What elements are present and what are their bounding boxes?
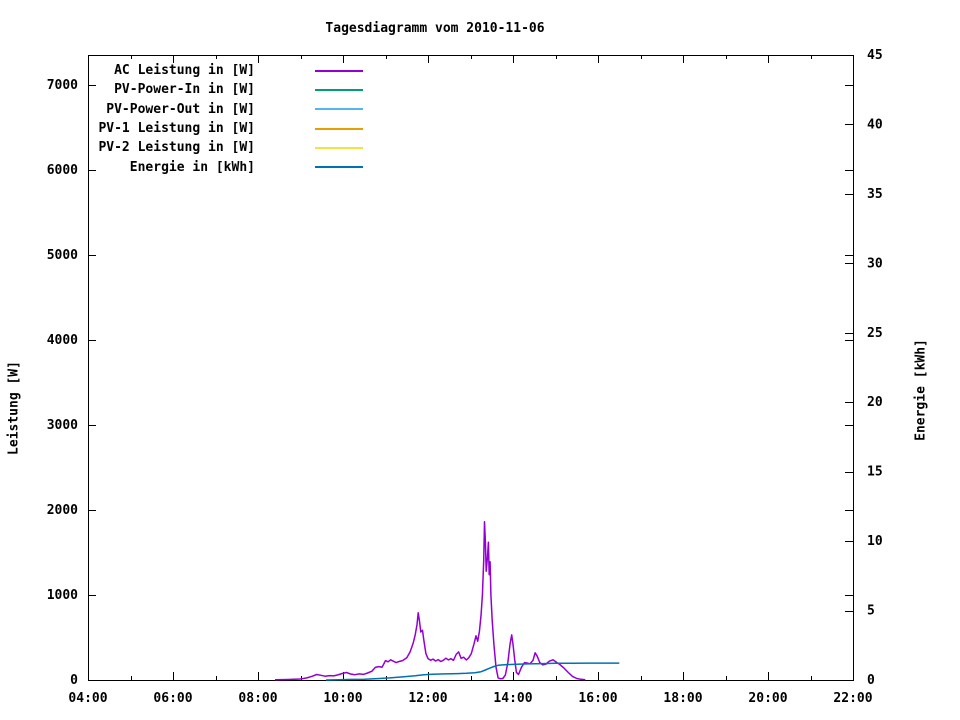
chart-title: Tagesdiagramm vom 2010-11-06	[325, 21, 545, 36]
series-line-ac-leistung-in-w-	[274, 521, 586, 681]
x-tick-label: 18:00	[663, 691, 702, 706]
x-tick-label: 20:00	[748, 691, 787, 706]
legend-row: PV-2 Leistung in [W]	[0, 138, 363, 157]
y-right-tick-label: 25	[867, 326, 883, 341]
legend-line-sample	[315, 166, 363, 169]
legend-label: PV-1 Leistung in [W]	[98, 121, 255, 137]
y-right-tick-label: 10	[867, 534, 883, 549]
legend-row: PV-Power-In in [W]	[0, 80, 363, 99]
legend-row: AC Leistung in [W]	[0, 61, 363, 80]
legend-label: PV-Power-In in [W]	[114, 82, 255, 98]
y-right-tick-label: 35	[867, 187, 883, 202]
legend-row: PV-Power-Out in [W]	[0, 100, 363, 119]
y-right-tick-label: 45	[867, 48, 883, 63]
y-right-tick-label: 0	[867, 673, 875, 688]
legend-label: Energie in [kWh]	[129, 159, 255, 175]
x-tick-label: 06:00	[153, 691, 192, 706]
legend-line-sample	[315, 69, 363, 72]
legend-row: Energie in [kWh]	[0, 157, 363, 176]
y-right-tick-label: 20	[867, 395, 883, 410]
y-left-tick-label: 3000	[47, 418, 78, 433]
legend-line-sample	[315, 88, 363, 91]
chart-canvas: 04:00 06:00 08:00 10:00 12:00 14:00 16:00 18:00…	[0, 0, 960, 720]
legend-line-sample	[315, 127, 363, 130]
y-right-tick-label: 30	[867, 256, 883, 271]
x-tick-label: 08:00	[238, 691, 277, 706]
legend-label: AC Leistung in [W]	[114, 63, 255, 79]
legend-line-sample	[315, 146, 363, 149]
y-right-tick-label: 15	[867, 465, 883, 480]
y-right-tick-label: 40	[867, 117, 883, 132]
x-tick-label: 16:00	[578, 691, 617, 706]
x-tick-label: 04:00	[68, 691, 107, 706]
legend-label: PV-Power-Out in [W]	[106, 101, 255, 117]
y-left-tick-label: 4000	[47, 333, 78, 348]
x-tick-label: 12:00	[408, 691, 447, 706]
legend-row: PV-1 Leistung in [W]	[0, 119, 363, 138]
y-left-tick-label: 5000	[47, 248, 78, 263]
y-left-tick-label: 1000	[47, 588, 78, 603]
legend-label: PV-2 Leistung in [W]	[98, 140, 255, 156]
y-left-tick-label: 2000	[47, 503, 78, 518]
left-axis-label: Leistung [W]	[6, 361, 22, 455]
legend: AC Leistung in [W] PV-Power-In in [W] PV-P…	[0, 61, 363, 177]
legend-line-sample	[315, 108, 363, 111]
right-axis-label: Energie [kWh]	[913, 339, 929, 441]
x-tick-label: 10:00	[323, 691, 362, 706]
y-left-tick-label: 0	[70, 673, 78, 688]
y-right-tick-label: 5	[867, 604, 875, 619]
x-tick-label: 14:00	[493, 691, 532, 706]
x-tick-label: 22:00	[833, 691, 872, 706]
